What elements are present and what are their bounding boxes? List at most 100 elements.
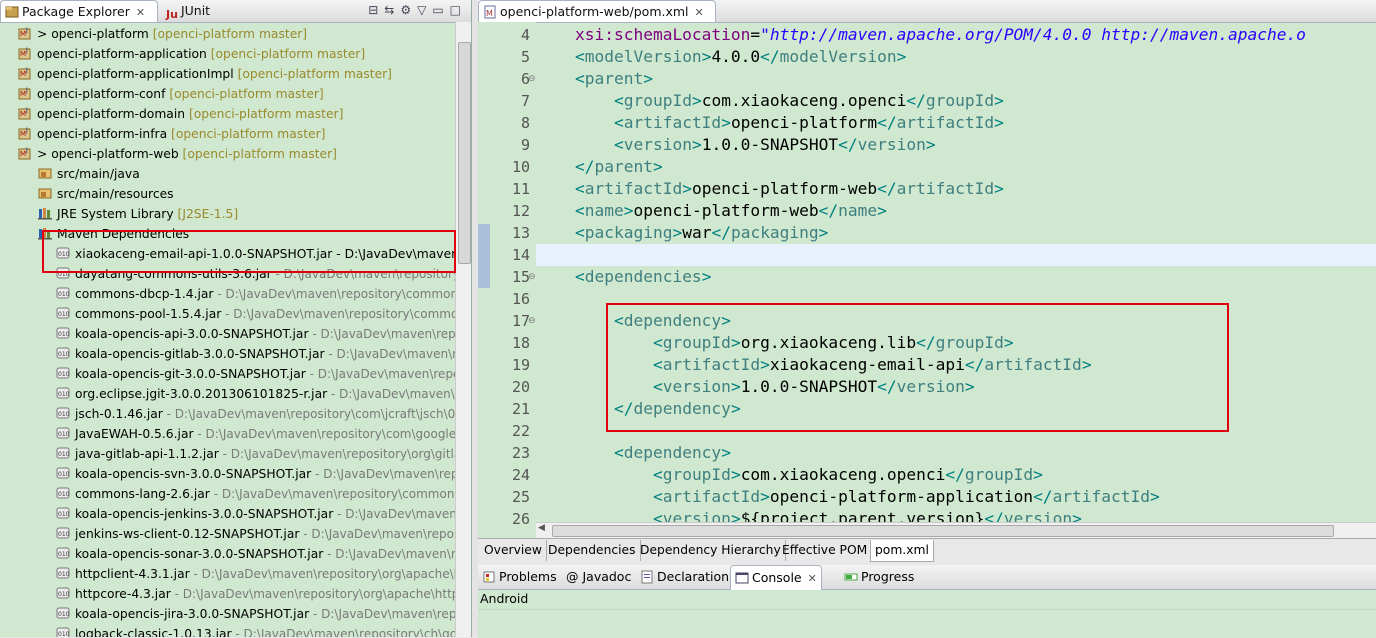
tree-item-label: openci-platform-web <box>51 147 179 161</box>
svg-text:010: 010 <box>58 491 70 498</box>
pom-tab[interactable]: Dependency Hierarchy <box>636 540 786 561</box>
xml-token: < <box>613 135 624 154</box>
code-line: <artifactId>openci-platform</artifactId> <box>536 112 1004 134</box>
collapse-all-icon[interactable]: ⊟ <box>368 3 384 17</box>
xml-token: com.xiaokaceng.openci <box>701 91 907 110</box>
tree-item[interactable]: M J openci-platform-application [openci-pl… <box>18 44 365 64</box>
svg-text:010: 010 <box>58 391 70 398</box>
tree-item[interactable]: 010 jsch-0.1.46.jar - D:\JavaDev\maven\re… <box>56 404 455 424</box>
tree-item[interactable]: 010 commons-dbcp-1.4.jar - D:\JavaDev\mav… <box>56 284 455 304</box>
line-number: 19 <box>511 356 530 374</box>
xml-token: dependencies <box>584 267 702 286</box>
xml-token: openci-platform <box>730 113 878 132</box>
tree-scrollbar[interactable] <box>455 22 471 637</box>
tree-item[interactable]: 010 java-gitlab-api-1.1.2.jar - D:\JavaDe… <box>56 444 455 464</box>
editor-scrollbar-thumb[interactable] <box>552 525 1334 537</box>
tree-item[interactable]: M J openci-platform-infra [openci-platform… <box>18 124 325 144</box>
tree-item[interactable]: 010 koala-opencis-api-3.0.0-SNAPSHOT.jar … <box>56 324 455 344</box>
package-explorer-panel: Package Explorer ✕ Ju JUnit ⊟⇆⚙▽▭□ M J > ope… <box>0 0 472 637</box>
package-explorer-tabbar: Package Explorer ✕ Ju JUnit ⊟⇆⚙▽▭□ <box>0 0 471 23</box>
svg-text:010: 010 <box>58 311 70 318</box>
xml-token <box>536 179 575 198</box>
tree-scrollbar-thumb[interactable] <box>458 42 471 264</box>
tree-item[interactable]: M J > openci-platform [openci-platform mas… <box>18 24 307 44</box>
code-line: <parent> <box>536 68 653 90</box>
bottom-tab[interactable]: Progress <box>840 565 918 589</box>
svg-text:010: 010 <box>58 351 70 358</box>
git-branch-decoration: [openci-platform master] <box>165 87 324 101</box>
tree-item[interactable]: 010 koala-opencis-gitlab-3.0.0-SNAPSHOT.j… <box>56 344 455 364</box>
source-folder-icon <box>38 166 53 180</box>
pom-tab[interactable]: Overview <box>480 540 547 561</box>
xml-token: > <box>652 157 663 176</box>
line-number: 21 <box>511 400 530 418</box>
console-output[interactable] <box>478 609 1376 638</box>
jar-icon: 010 <box>56 406 71 420</box>
tree-item[interactable]: 010 commons-pool-1.5.4.jar - D:\JavaDev\m… <box>56 304 455 324</box>
xml-token <box>536 311 614 330</box>
tree-item[interactable]: 010 koala-opencis-jenkins-3.0.0-SNAPSHOT.… <box>56 504 455 524</box>
xml-token: </ <box>760 47 780 66</box>
close-icon[interactable]: ✕ <box>808 572 817 585</box>
tree-item[interactable]: 010 httpclient-4.3.1.jar - D:\JavaDev\mav… <box>56 564 455 584</box>
line-number: 8 <box>520 114 530 132</box>
jar-path: - D:\JavaDev\maven\reposi <box>299 527 455 541</box>
tree-item[interactable]: 010 koala-opencis-git-3.0.0-SNAPSHOT.jar … <box>56 364 455 384</box>
chevron-down-icon[interactable]: ▽ <box>417 3 432 17</box>
pom-tab[interactable]: Dependencies <box>544 540 641 561</box>
close-icon[interactable]: ✕ <box>695 6 704 19</box>
declaration-icon <box>640 568 654 584</box>
pom-tab[interactable]: pom.xml <box>870 540 934 562</box>
jar-icon: 010 <box>56 446 71 460</box>
tree-item[interactable]: 010 logback-classic-1.0.13.jar - D:\JavaD… <box>56 624 455 637</box>
xml-token: </ <box>984 509 1004 522</box>
xml-token: 1.0.0-SNAPSHOT <box>701 135 839 154</box>
link-with-editor-icon[interactable]: ⇆ <box>384 3 400 17</box>
tree-item-label: commons-pool-1.5.4.jar <box>75 307 222 321</box>
tree-item[interactable]: 010 koala-opencis-jira-3.0.0-SNAPSHOT.jar… <box>56 604 455 624</box>
tree-item[interactable]: 010 jenkins-ws-client-0.12-SNAPSHOT.jar -… <box>56 524 455 544</box>
tab-junit[interactable]: Ju JUnit <box>162 0 214 22</box>
package-explorer-icon <box>5 4 19 18</box>
jar-path: - D:\JavaDev\maven\repository\commons <box>209 487 455 501</box>
tree-item[interactable]: 010 org.eclipse.jgit-3.0.0.201306101825-r… <box>56 384 455 404</box>
xml-token: > <box>682 179 692 198</box>
code-line: <version>1.0.0-SNAPSHOT</version> <box>536 134 936 156</box>
tree-item[interactable]: M J openci-platform-domain [openci-platfor… <box>18 104 343 124</box>
filter-icon[interactable]: ⚙ <box>400 3 417 17</box>
minimize-icon[interactable]: ▭ <box>432 3 449 17</box>
line-number: 16 <box>511 290 530 308</box>
tree-item[interactable]: JRE System Library [J2SE-1.5] <box>38 204 238 224</box>
bottom-tab[interactable]: @ Javadoc <box>562 565 635 589</box>
tree-item[interactable]: src/main/resources <box>38 184 174 204</box>
line-number: 6 <box>520 70 530 88</box>
xml-token: </ <box>1033 487 1053 506</box>
tab-pom-xml[interactable]: M openci-platform-web/pom.xml ✕ <box>478 0 716 22</box>
maven-project-icon: MJ <box>18 146 33 160</box>
xml-token: > <box>877 201 887 220</box>
xml-token <box>536 443 614 462</box>
xml-token: version <box>1003 509 1073 522</box>
tree-item[interactable]: 010 commons-lang-2.6.jar - D:\JavaDev\mav… <box>56 484 455 504</box>
bottom-tab[interactable]: Problems <box>478 565 561 589</box>
editor-horizontal-scrollbar[interactable]: ◀ <box>536 522 1376 538</box>
tree-item[interactable]: 010 koala-opencis-svn-3.0.0-SNAPSHOT.jar … <box>56 464 455 484</box>
tree-item[interactable]: 010 httpcore-4.3.jar - D:\JavaDev\maven\r… <box>56 584 455 604</box>
close-icon[interactable]: ✕ <box>136 6 145 19</box>
pom-tab[interactable]: Effective POM <box>778 540 873 561</box>
tree-item[interactable]: 010 koala-opencis-sonar-3.0.0-SNAPSHOT.ja… <box>56 544 455 564</box>
tab-package-explorer[interactable]: Package Explorer ✕ <box>0 0 158 22</box>
code-area[interactable]: xsi:schemaLocation="http://maven.apache.… <box>536 22 1376 522</box>
tree-item[interactable]: src/main/java <box>38 164 140 184</box>
maximize-icon[interactable]: □ <box>450 3 467 17</box>
bottom-tab[interactable]: Console ✕ <box>730 565 822 590</box>
tree-item[interactable]: M J openci-platform-applicationImpl [openc… <box>18 64 392 84</box>
tree-item[interactable]: M J > openci-platform-web [openci-platform… <box>18 144 337 164</box>
scroll-left-icon[interactable]: ◀ <box>538 523 545 533</box>
tree-item[interactable]: M J openci-platform-conf [openci-platform … <box>18 84 324 104</box>
bottom-tab[interactable]: Declaration <box>636 565 733 589</box>
maven-project-icon: MJ <box>18 106 33 120</box>
xml-token: > <box>691 91 702 110</box>
tree-item[interactable]: 010 JavaEWAH-0.5.6.jar - D:\JavaDev\maven… <box>56 424 455 444</box>
xml-token: > <box>760 487 770 506</box>
